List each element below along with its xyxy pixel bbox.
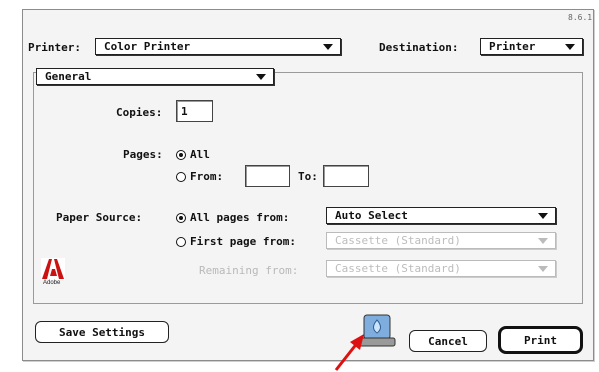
all-pages-from-radio[interactable] <box>176 213 186 223</box>
printer-label: Printer: <box>28 41 81 54</box>
remaining-source-value: Cassette (Standard) <box>335 262 461 275</box>
destination-label: Destination: <box>379 41 459 54</box>
all-pages-source-value: Auto Select <box>335 209 408 222</box>
print-dialog: 8.6.1 Printer: Color Printer Destination… <box>22 9 594 361</box>
destination-popup-value: Printer <box>489 40 536 53</box>
first-page-source-popup[interactable]: Cassette (Standard) <box>326 232 556 249</box>
adobe-logo-icon: Adobe <box>41 258 65 288</box>
print-button[interactable]: Print <box>498 326 583 354</box>
destination-popup[interactable]: Printer <box>480 38 583 55</box>
pages-from-label: From: <box>190 170 224 183</box>
pages-from-field[interactable] <box>245 165 290 187</box>
copies-field[interactable]: 1 <box>176 100 213 122</box>
printer-popup-value: Color Printer <box>104 40 191 53</box>
print-label: Print <box>523 333 558 347</box>
chevron-down-icon <box>256 74 266 80</box>
chevron-down-icon <box>565 44 575 50</box>
cancel-button[interactable]: Cancel <box>409 330 487 352</box>
pages-all-label: All <box>190 148 210 161</box>
pages-from-radio[interactable] <box>176 172 186 182</box>
paper-source-label: Paper Source: <box>56 211 143 224</box>
pages-to-field[interactable] <box>323 165 369 187</box>
copies-label: Copies: <box>116 106 163 119</box>
first-page-source-value: Cassette (Standard) <box>335 234 461 247</box>
version-label: 8.6.1 <box>568 13 593 22</box>
remaining-source-popup[interactable]: Cassette (Standard) <box>326 260 556 277</box>
copies-value: 1 <box>181 104 188 118</box>
chevron-down-icon <box>538 266 548 272</box>
save-settings-label: Save Settings <box>58 325 146 339</box>
chevron-down-icon <box>538 213 548 219</box>
chevron-down-icon <box>538 238 548 244</box>
first-page-from-label: First page from: <box>190 235 296 248</box>
save-settings-button[interactable]: Save Settings <box>35 321 169 343</box>
remaining-from-label: Remaining from: <box>199 264 299 277</box>
chevron-down-icon <box>323 44 333 50</box>
pages-all-radio[interactable] <box>176 150 186 160</box>
cancel-label: Cancel <box>428 334 468 348</box>
pointer-arrow-icon <box>334 334 364 371</box>
first-page-from-radio[interactable] <box>176 237 186 247</box>
panel-popup-value: General <box>45 70 92 83</box>
all-pages-from-label: All pages from: <box>190 211 290 224</box>
adobe-logo-text: Adobe <box>43 280 61 286</box>
all-pages-source-popup[interactable]: Auto Select <box>326 207 556 224</box>
panel-popup[interactable]: General <box>36 68 274 85</box>
printer-popup[interactable]: Color Printer <box>95 38 341 55</box>
pages-to-label: To: <box>298 170 318 183</box>
pages-label: Pages: <box>123 148 163 161</box>
